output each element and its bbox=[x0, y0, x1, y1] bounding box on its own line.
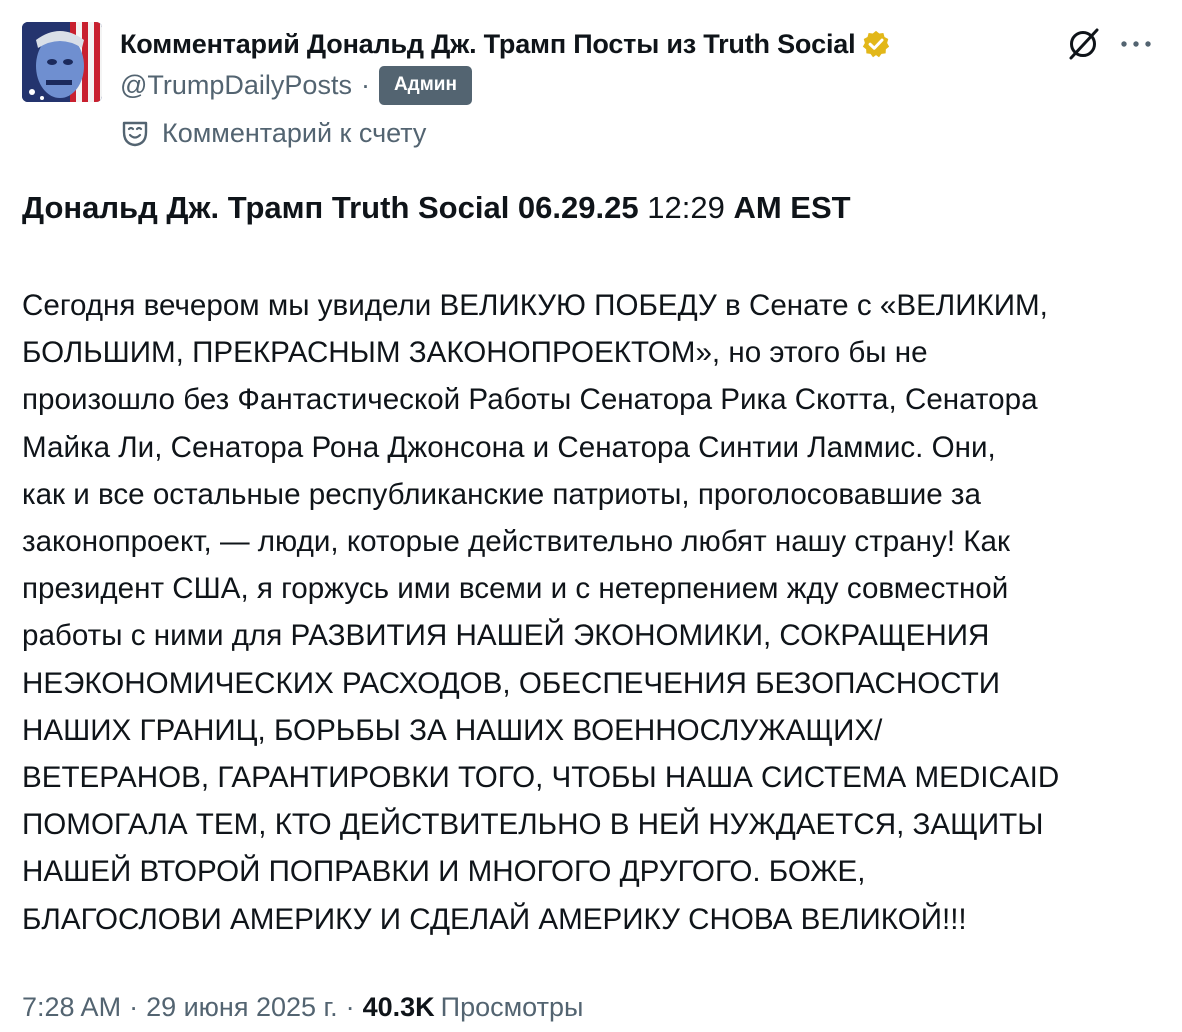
post-body-line: работы с ними для РАЗВИТИЯ НАШЕЙ ЭКОНОМИ… bbox=[22, 619, 990, 653]
community-note-row[interactable]: Комментарий к счету bbox=[120, 112, 426, 154]
post-title-time: 12:29 bbox=[647, 190, 725, 225]
display-name[interactable]: Комментарий Дональд Дж. Трамп Посты из T… bbox=[120, 29, 856, 60]
post-time[interactable]: 7:28 AM bbox=[22, 992, 121, 1023]
views-count: 40.3K bbox=[362, 991, 435, 1022]
post-body-line: ВЕТЕРАНОВ, ГАРАНТИРОВКИ ТОГО, ЧТОБЫ НАША… bbox=[22, 761, 1060, 795]
post-body-line: Майка Ли, Сенатора Рона Джонсона и Сенат… bbox=[22, 430, 996, 464]
separator-dot: · bbox=[360, 69, 370, 100]
post-body-line: президент США, я горжусь ими всеми и с н… bbox=[22, 572, 1009, 606]
post-title-suffix: AM EST bbox=[733, 190, 851, 225]
post-body: Сегодня вечером мы увидели ВЕЛИКУЮ ПОБЕД… bbox=[22, 282, 1162, 943]
handle-row: @TrumpDailyPosts · Админ bbox=[120, 64, 472, 106]
post-title-main: Дональд Дж. Трамп Truth Social 06.29.25 bbox=[22, 190, 639, 225]
post-body-line: НАШЕЙ ВТОРОЙ ПОПРАВКИ И МНОГОГО ДРУГОГО.… bbox=[22, 855, 866, 889]
post-title: Дональд Дж. Трамп Truth Social 06.29.25 … bbox=[22, 186, 1162, 230]
views-label: Просмотры bbox=[440, 991, 584, 1022]
theater-mask-icon bbox=[120, 118, 150, 148]
handle[interactable]: @TrumpDailyPosts bbox=[120, 70, 352, 101]
separator-dot: · bbox=[129, 991, 139, 1022]
post-body-line: законопроект, — люди, которые действител… bbox=[22, 525, 1010, 559]
display-name-row[interactable]: Комментарий Дональд Дж. Трамп Посты из T… bbox=[120, 22, 891, 66]
post-body-line: как и все остальные республиканские патр… bbox=[22, 477, 981, 511]
post-date[interactable]: 29 июня 2025 г. bbox=[146, 992, 338, 1023]
avatar[interactable] bbox=[22, 22, 102, 102]
community-note-label: Комментарий к счету bbox=[162, 117, 427, 148]
separator-dot: · bbox=[345, 991, 355, 1022]
post-body-line: БОЛЬШИМ, ПРЕКРАСНЫМ ЗАКОНОПРОЕКТОМ», но … bbox=[22, 336, 928, 370]
post-body-line: Сегодня вечером мы увидели ВЕЛИКУЮ ПОБЕД… bbox=[22, 289, 1048, 322]
post-body-line: НЕЭКОНОМИЧЕСКИХ РАСХОДОВ, ОБЕСПЕЧЕНИЯ БЕ… bbox=[22, 666, 1001, 700]
post-body-line: НАШИХ ГРАНИЦ, БОРЬБЫ ЗА НАШИХ ВОЕННОСЛУЖ… bbox=[22, 713, 883, 747]
more-options-icon[interactable] bbox=[1118, 32, 1154, 56]
post-body-line: произошло без Фантастической Работы Сена… bbox=[22, 383, 1038, 417]
post-meta-row: 7:28 AM · 29 июня 2025 г. · 40.3K Просмо… bbox=[22, 986, 583, 1028]
post-body-line: ПОМОГАЛА ТЕМ, КТО ДЕЙСТВИТЕЛЬНО В НЕЙ НУ… bbox=[22, 808, 1044, 842]
admin-badge: Админ bbox=[378, 65, 472, 105]
verified-badge-icon[interactable] bbox=[861, 29, 891, 59]
post-body-line: БЛАГОСЛОВИ АМЕРИКУ И СДЕЛАЙ АМЕРИКУ СНОВ… bbox=[22, 902, 967, 936]
grok-icon[interactable] bbox=[1064, 25, 1102, 63]
avatar-image bbox=[22, 22, 102, 102]
